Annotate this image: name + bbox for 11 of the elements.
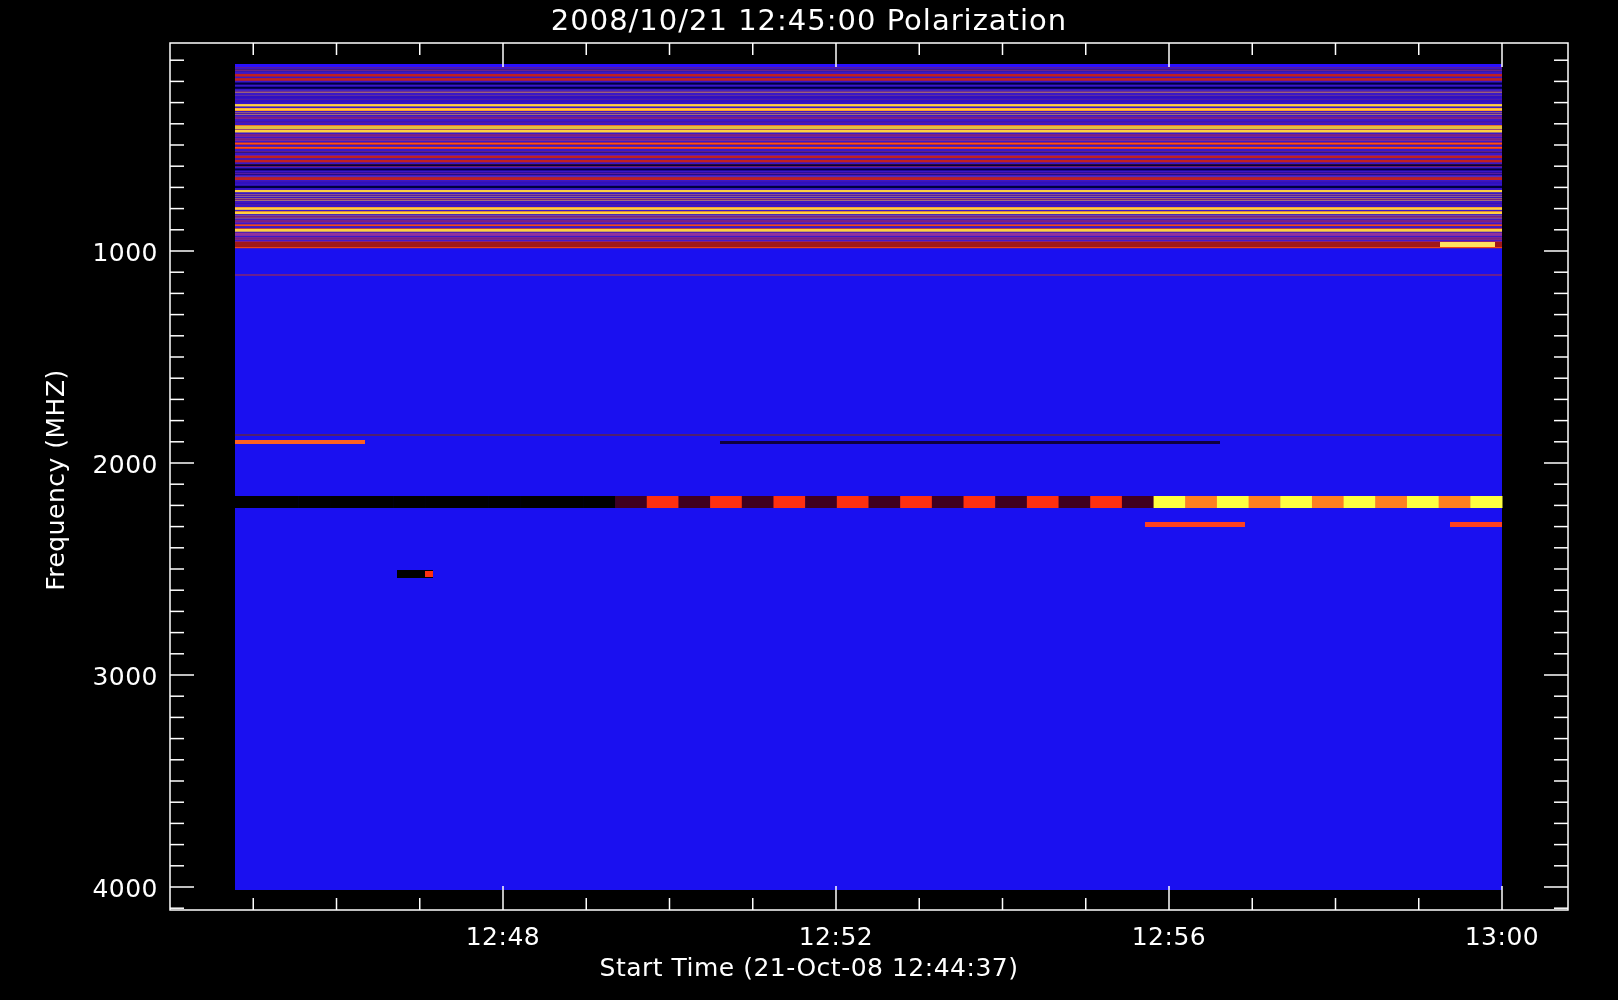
- x-axis-label: Start Time (21-Oct-08 12:44:37): [599, 953, 1019, 982]
- x-tick-label: 12:48: [465, 922, 541, 951]
- y-axis-label: Frequency (MHZ): [41, 369, 70, 591]
- y-tick-label: 2000: [92, 450, 158, 479]
- plot-title: 2008/10/21 12:45:00 Polarization: [550, 3, 1068, 37]
- x-tick-label: 12:52: [798, 922, 874, 951]
- x-tick-label: 12:56: [1131, 922, 1207, 951]
- x-tick-label: 13:00: [1464, 922, 1540, 951]
- y-tick-label: 1000: [92, 238, 158, 267]
- y-tick-label: 4000: [92, 874, 158, 903]
- y-tick-label: 3000: [92, 662, 158, 691]
